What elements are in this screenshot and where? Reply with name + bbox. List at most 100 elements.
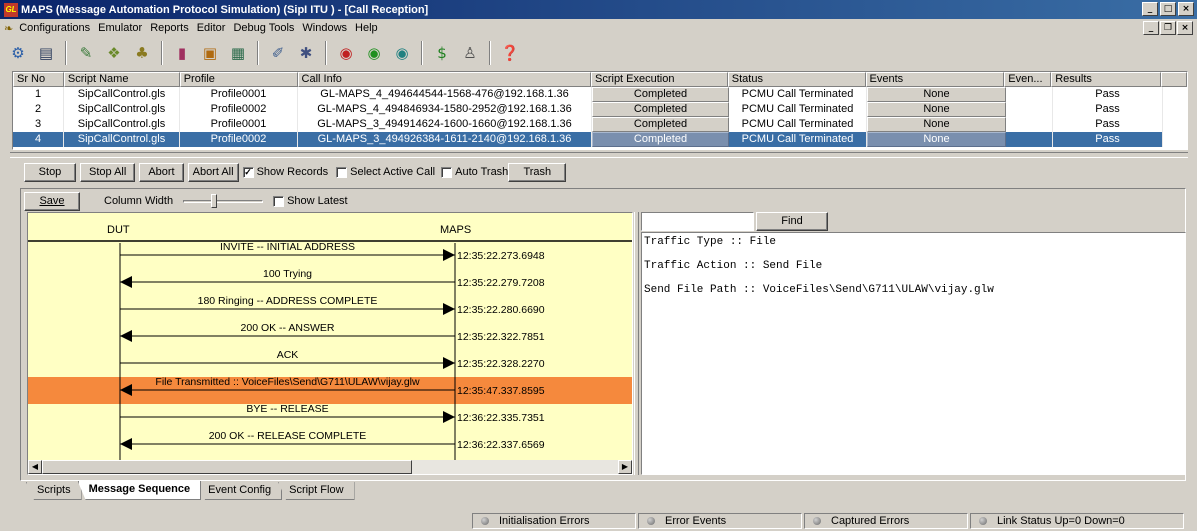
column-header-script-name[interactable]: Script Name [63, 72, 180, 87]
menu-emulator[interactable]: Emulator [94, 22, 146, 34]
scroll-left-button[interactable]: ◀ [28, 460, 42, 474]
message-label[interactable]: BYE -- RELEASE [246, 403, 328, 415]
menu-reports[interactable]: Reports [146, 22, 193, 34]
message-label[interactable]: 200 OK -- RELEASE COMPLETE [209, 430, 367, 442]
record-teal-icon[interactable]: ◉ [390, 41, 414, 65]
cell-script-execution[interactable]: Completed [592, 132, 729, 147]
find-button[interactable]: Find [756, 212, 828, 231]
tab-event-config[interactable]: Event Config [197, 482, 283, 500]
scripts-icon[interactable]: ✎ [74, 41, 98, 65]
menu-windows[interactable]: Windows [298, 22, 351, 34]
message-timestamp: 12:35:22.328.2270 [457, 358, 545, 370]
mdi-minimize-button[interactable]: _ [1143, 21, 1159, 35]
help-icon[interactable]: ❓ [498, 41, 522, 65]
select-active-call-check[interactable] [336, 166, 348, 178]
show-latest-checkbox[interactable]: Show Latest [273, 195, 348, 207]
notes-icon[interactable]: ▤ [34, 41, 58, 65]
gear-icon[interactable]: ⚙ [6, 41, 30, 65]
save-button[interactable]: Save [24, 191, 80, 211]
mdi-child-icon[interactable]: ❧ [4, 22, 13, 35]
find-input[interactable] [641, 212, 754, 231]
message-label[interactable]: 100 Trying [263, 268, 312, 280]
menu-editor[interactable]: Editor [193, 22, 230, 34]
tab-message-sequence[interactable]: Message Sequence [77, 481, 202, 500]
mdi-restore-button[interactable]: ❐ [1160, 21, 1176, 35]
message-label[interactable]: ACK [277, 349, 299, 361]
cell-events[interactable]: None [867, 102, 1006, 117]
show-records-checkbox[interactable]: ✓ Show Records [242, 166, 328, 178]
currency-icon[interactable]: $ [430, 41, 454, 65]
ladder-horizontal-scrollbar[interactable]: ◀ ▶ [28, 460, 632, 474]
column-width-slider[interactable] [183, 194, 264, 208]
status-initialisation-errors[interactable]: Initialisation Errors [472, 513, 636, 529]
screen-icon[interactable]: ▦ [226, 41, 250, 65]
close-button[interactable]: × [1178, 2, 1194, 16]
status-error-events[interactable]: Error Events [638, 513, 802, 529]
cell-events[interactable]: None [867, 132, 1006, 147]
message-label[interactable]: INVITE -- INITIAL ADDRESS [220, 241, 355, 253]
cell-profile: Profile0001 [180, 117, 298, 132]
mdi-close-button[interactable]: × [1177, 21, 1193, 35]
script-icon[interactable]: ♙ [458, 41, 482, 65]
column-header-profile[interactable]: Profile [179, 72, 298, 87]
column-header-even[interactable]: Even... [1004, 72, 1052, 87]
scroll-thumb[interactable] [42, 460, 412, 474]
maximize-button[interactable]: □ [1160, 2, 1176, 16]
table-row[interactable]: 2 SipCallControl.gls Profile0002 GL-MAPS_4_… [13, 102, 1187, 117]
cell-events[interactable]: None [867, 117, 1006, 132]
menu-help[interactable]: Help [351, 22, 382, 34]
auto-trash-check[interactable] [441, 166, 453, 178]
menu-debug-tools[interactable]: Debug Tools [229, 22, 298, 34]
stop-all-button[interactable]: Stop All [80, 162, 136, 182]
message-label[interactable]: 180 Ringing -- ADDRESS COMPLETE [198, 295, 378, 307]
message-label[interactable]: File Transmitted :: VoiceFiles\Send\G711… [155, 376, 420, 388]
app-logo-icon: GL [4, 2, 18, 17]
message-label[interactable]: 200 OK -- ANSWER [241, 322, 335, 334]
message-detail-pane[interactable]: Traffic Type :: File Traffic Action :: S… [641, 232, 1186, 475]
slider-thumb[interactable] [211, 194, 218, 208]
column-header-events[interactable]: Events [865, 72, 1005, 87]
abort-button[interactable]: Abort [139, 162, 184, 182]
database-icon[interactable]: ▮ [170, 41, 194, 65]
minimize-button[interactable]: _ [1142, 2, 1158, 16]
table-row[interactable]: 1 SipCallControl.gls Profile0001 GL-MAPS_4_… [13, 87, 1187, 102]
status-captured-errors[interactable]: Captured Errors [804, 513, 968, 529]
cell-script-execution[interactable]: Completed [592, 102, 729, 117]
cell-call-info: GL-MAPS_3_494926384-1611-2140@192.168.1.… [298, 132, 592, 147]
column-header-sr-no[interactable]: Sr No [13, 72, 64, 87]
message-timestamp: 12:35:47.337.8595 [457, 385, 545, 397]
status-link-status[interactable]: Link Status Up=0 Down=0 [970, 513, 1184, 529]
column-header-call-info[interactable]: Call Info [297, 72, 591, 87]
select-active-call-checkbox[interactable]: Select Active Call [336, 166, 435, 178]
table-row[interactable]: 4 SipCallControl.gls Profile0002 GL-MAPS_3_… [13, 132, 1187, 147]
trash-button[interactable]: Trash [508, 162, 567, 182]
show-latest-check[interactable] [273, 195, 285, 207]
column-header-status[interactable]: Status [727, 72, 866, 87]
show-records-check[interactable]: ✓ [242, 166, 254, 178]
menu-configurations[interactable]: Configurations [15, 22, 94, 34]
abort-all-button[interactable]: Abort All [187, 162, 239, 182]
scroll-right-button[interactable]: ▶ [618, 460, 632, 474]
record-red-icon[interactable]: ◉ [334, 41, 358, 65]
users-icon[interactable]: ♣ [130, 41, 154, 65]
toolbox-icon[interactable]: ▣ [198, 41, 222, 65]
cell-events[interactable]: None [867, 87, 1006, 102]
tab-scripts[interactable]: Scripts [26, 482, 82, 500]
table-row[interactable]: 3 SipCallControl.gls Profile0001 GL-MAPS_3_… [13, 117, 1187, 132]
stop-button[interactable]: Stop [24, 162, 76, 182]
edit-icon[interactable]: ✐ [266, 41, 290, 65]
cell-script-execution[interactable]: Completed [592, 117, 729, 132]
wrench-icon[interactable]: ✱ [294, 41, 318, 65]
record-green-icon[interactable]: ◉ [362, 41, 386, 65]
vertical-splitter[interactable] [634, 212, 639, 475]
column-header-script-execution[interactable]: Script Execution [591, 72, 728, 87]
ladder-right-label: MAPS [440, 224, 471, 236]
tab-script-flow[interactable]: Script Flow [278, 482, 355, 500]
column-header-results[interactable]: Results [1051, 72, 1162, 87]
profiles-icon[interactable]: ❖ [102, 41, 126, 65]
auto-trash-checkbox[interactable]: Auto Trash [441, 166, 508, 178]
cell-script-execution[interactable]: Completed [592, 87, 729, 102]
detail-line: Send File Path :: VoiceFiles\Send\G711\U… [644, 284, 994, 296]
cell-result: Pass [1053, 87, 1163, 102]
horizontal-splitter[interactable] [10, 152, 1188, 158]
